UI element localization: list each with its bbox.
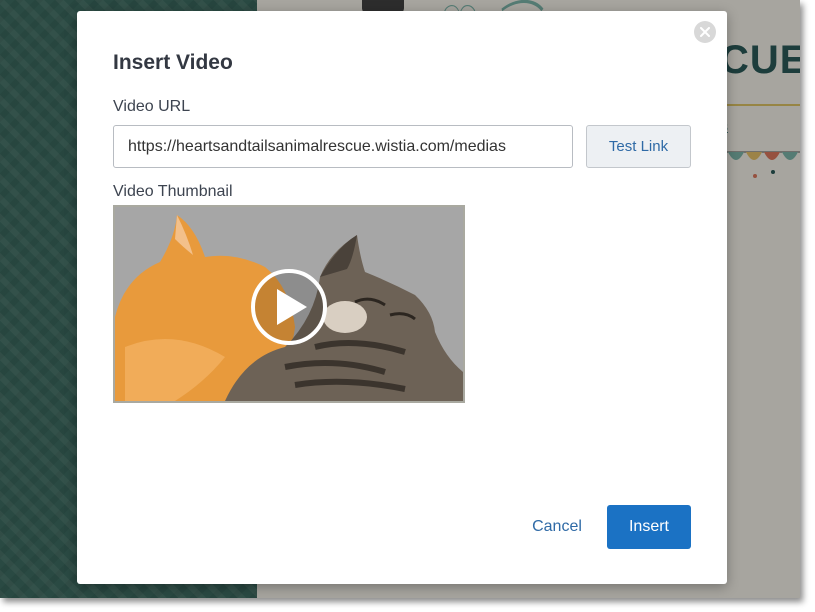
video-url-label: Video URL bbox=[113, 98, 191, 115]
dialog-title: Insert Video bbox=[113, 51, 233, 74]
close-icon bbox=[700, 27, 710, 37]
screenshot-frame: ♡ ⌒ CUE s Insert Video Video URL Test Li… bbox=[0, 0, 800, 598]
video-thumbnail[interactable] bbox=[113, 205, 465, 403]
insert-video-dialog: Insert Video Video URL Test Link Video T… bbox=[77, 11, 727, 584]
video-thumbnail-label: Video Thumbnail bbox=[113, 183, 233, 200]
video-url-input[interactable] bbox=[113, 125, 573, 168]
close-button[interactable] bbox=[694, 21, 716, 43]
thumbnail-image bbox=[115, 207, 463, 401]
cancel-button[interactable]: Cancel bbox=[517, 505, 597, 549]
test-link-button[interactable]: Test Link bbox=[586, 125, 691, 168]
insert-button[interactable]: Insert bbox=[607, 505, 691, 549]
